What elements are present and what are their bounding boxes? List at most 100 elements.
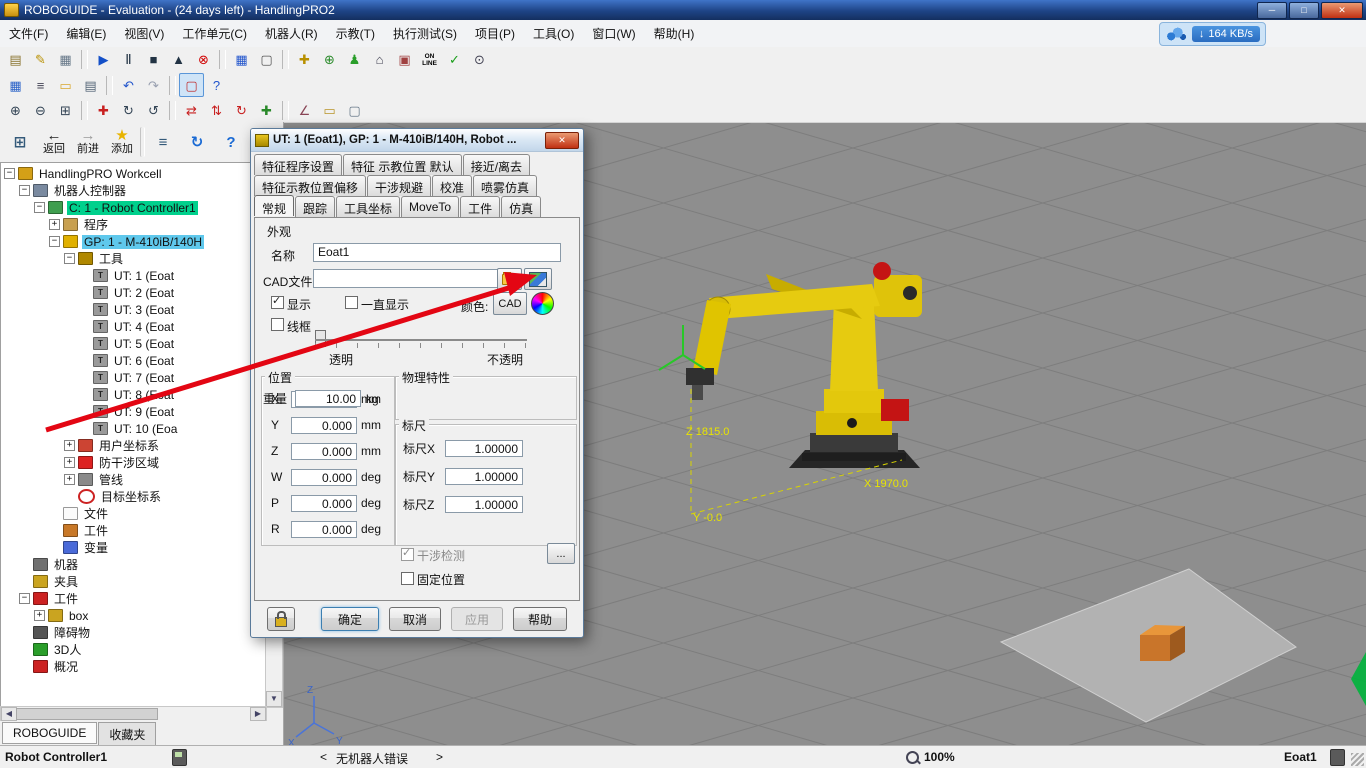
orbit-view-button[interactable]: ↺ [141,98,166,122]
tree-horizontal-scrollbar[interactable]: ◀ ▶ [0,706,267,722]
browse-cad-button[interactable] [497,268,522,290]
dialog-title-bar[interactable]: UT: 1 (Eoat1), GP: 1 - M-410iB/140H, Rob… [251,129,583,152]
tree-item-workcell[interactable]: HandlingPRO Workcell [1,165,266,182]
tool-jog-button[interactable]: ✚ [254,98,279,122]
always-show-checkbox[interactable] [345,296,358,309]
name-field[interactable]: Eoat1 [313,243,561,262]
menu-item[interactable]: 工具(O) [524,20,583,47]
cycle-start-button[interactable]: ▶ [91,48,116,72]
fixed-position-checkbox[interactable] [401,572,414,585]
dialog-close-button[interactable] [545,132,579,149]
pan-view-button[interactable]: ✚ [91,98,116,122]
toolbar-separator[interactable] [81,50,88,69]
dialog-tab[interactable]: MoveTo [401,196,460,217]
new-cell-button[interactable]: ▤ [3,48,28,72]
dialog-tab[interactable]: 工件 [460,196,501,217]
tree-item-ut10[interactable]: UT: 10 (Eoa [1,420,266,437]
stop-button[interactable]: ■ [141,48,166,72]
scale-value-field[interactable]: 1.00000 [445,495,523,513]
tree-expander-icon[interactable] [64,474,75,485]
scroll-down-icon[interactable]: ▼ [266,691,282,707]
abort-button[interactable]: ⊗ [191,48,216,72]
dialog-tab[interactable]: 常规 [254,195,295,216]
open-folder-button[interactable]: ▭ [53,73,78,97]
tree-item-ut6[interactable]: UT: 6 (Eoat [1,352,266,369]
tree-item-box[interactable]: box [1,607,266,624]
axis-value-field[interactable]: 0.000 [291,494,357,512]
tree-item-ut9[interactable]: UT: 9 (Eoat [1,403,266,420]
close-button[interactable] [1321,2,1363,19]
tree-expander-icon[interactable] [64,440,75,451]
jog-rotate-button[interactable]: ↻ [229,98,254,122]
tree-item-controller1[interactable]: C: 1 - Robot Controller1 [1,199,266,216]
tree-item-parts-ctrl[interactable]: 工件 [1,522,266,539]
tree-item-cables[interactable]: 管线 [1,471,266,488]
tree-item-tooling[interactable]: 工具 [1,250,266,267]
axis-value-field[interactable]: 0.000 [291,468,357,486]
toolbar-separator[interactable] [219,50,226,69]
menu-item[interactable]: 编辑(E) [57,20,115,47]
mouse-mode-button[interactable]: ▢ [342,98,367,122]
tree-item-files[interactable]: 文件 [1,505,266,522]
tree-expander-icon[interactable] [64,253,75,264]
tree-item-machines[interactable]: 机器 [1,556,266,573]
dialog-tab[interactable]: 干涉规避 [367,175,432,196]
dialog-tab[interactable]: 跟踪 [295,196,336,217]
robot-properties-button[interactable]: ▦ [53,48,78,72]
scale-value-field[interactable]: 1.00000 [445,439,523,457]
forward-button[interactable]: → 前进 [72,124,104,160]
fault-reset-button[interactable]: ▦ [229,48,254,72]
dialog-tab[interactable]: 特征程序设置 [254,154,343,175]
toolbar-separator[interactable] [282,100,289,120]
apply-button[interactable]: 应用 [451,607,503,631]
measure-button[interactable]: ∠ [292,98,317,122]
hold-button[interactable]: Ⅱ [116,48,141,72]
menu-item[interactable]: 视图(V) [115,20,173,47]
tree-expander-icon[interactable] [49,219,60,230]
machine-button[interactable]: ⌂ [367,48,392,72]
add-button[interactable]: ★ 添加 [106,124,138,160]
tab-favorites[interactable]: 收藏夹 [98,722,157,747]
scroll-left-icon[interactable]: ◀ [1,707,17,721]
help-button[interactable]: ? [204,73,229,97]
collision-check-checkbox[interactable] [401,546,414,561]
menu-item[interactable]: 项目(P) [466,20,524,47]
selection-box-button[interactable]: ▢ [254,48,279,72]
show-checkbox[interactable] [271,294,284,309]
tree-item-ut8[interactable]: UT: 8 (Eoat [1,386,266,403]
lock-button[interactable] [267,607,295,631]
color-wheel-button[interactable] [531,292,554,315]
prev-error-button[interactable]: < [320,750,327,764]
axis-value-field[interactable]: 0.000 [291,416,357,434]
toolbar-separator[interactable] [169,100,176,120]
tree-item-vars[interactable]: 变量 [1,539,266,556]
online-button[interactable]: ON LINE [417,48,442,72]
tree-item-programs[interactable]: 程序 [1,216,266,233]
scrollbar-thumb[interactable] [16,708,158,720]
cancel-button[interactable]: 取消 [389,607,441,631]
rotate-view-button[interactable]: ↻ [116,98,141,122]
transparency-slider-track[interactable] [315,339,527,341]
menu-item[interactable]: 机器人(R) [256,20,327,47]
menu-item[interactable]: 文件(F) [0,20,57,47]
tree-item-ut4[interactable]: UT: 4 (Eoat [1,318,266,335]
tree-item-obstacles[interactable]: 障碍物 [1,624,266,641]
zoom-window-button[interactable]: ⊞ [53,98,78,122]
help-nav-button[interactable]: ? [215,124,247,160]
dialog-tab[interactable]: 特征 示教位置 默认 [343,154,462,175]
property-list-button[interactable]: ≡ [28,73,53,97]
tree-expander-icon[interactable] [64,457,75,468]
next-error-button[interactable]: > [436,750,443,764]
confirm-button[interactable]: ✓ [442,48,467,72]
jog-x-button[interactable]: ⇄ [179,98,204,122]
tree-item-ut1[interactable]: UT: 1 (Eoat [1,267,266,284]
toolbar-separator[interactable] [81,100,88,120]
tree-item-ut7[interactable]: UT: 7 (Eoat [1,369,266,386]
tree-expander-icon[interactable] [34,202,45,213]
human-model-button[interactable]: ♟ [342,48,367,72]
menu-item[interactable]: 帮助(H) [645,20,704,47]
tree-item-ut2[interactable]: UT: 2 (Eoat [1,284,266,301]
tree-item-group1[interactable]: GP: 1 - M-410iB/140H [1,233,266,250]
tree-expander-icon[interactable] [49,236,60,247]
current-selection-button[interactable]: ▢ [179,73,204,97]
